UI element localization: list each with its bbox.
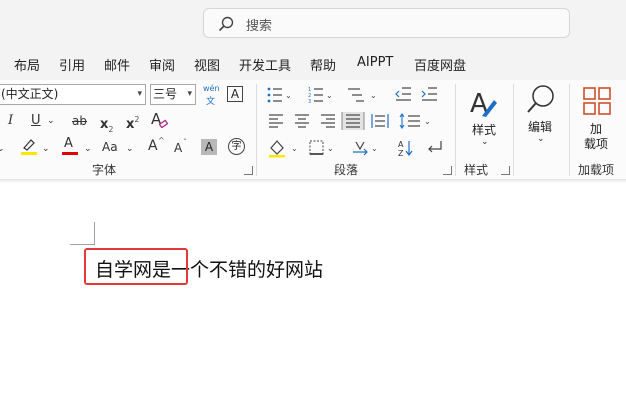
phonetic-bottom: 文 (206, 97, 216, 107)
chevron-down-icon[interactable]: ⌄ (47, 113, 55, 129)
underline-button[interactable]: U (31, 113, 41, 129)
font-color-bar (62, 152, 78, 155)
font-size-value: 三号 (153, 87, 178, 101)
search-box[interactable]: 搜索 (203, 8, 570, 38)
shrink-caret: ˇ (183, 138, 187, 147)
multilevel-list-icon (348, 88, 364, 102)
bullets-icon (267, 87, 282, 103)
grow-caret: ^ (158, 136, 165, 145)
tab-baidu-netdisk[interactable]: 百度网盘 (414, 55, 466, 74)
font-size-select[interactable]: 三号 ▾ (150, 84, 196, 105)
svg-text:⌄: ⌄ (291, 144, 298, 153)
add-ins-group-label: 加载项 (578, 163, 615, 177)
sort-arrow-icon (405, 141, 413, 156)
ribbon-shadow (0, 179, 626, 183)
shading-icon (270, 140, 284, 155)
font-name-value: (中文正文) (1, 87, 59, 101)
paragraph-mark-icon (428, 141, 442, 153)
shrink-font-button[interactable]: A (174, 140, 182, 156)
subscript-button[interactable]: x2 (100, 113, 114, 134)
svg-text:⌄: ⌄ (327, 144, 334, 153)
group-separator (513, 84, 514, 176)
tab-mailings[interactable]: 邮件 (104, 55, 130, 74)
paragraph-group-label: 段落 (334, 163, 359, 177)
font-color-button[interactable]: A (62, 136, 78, 156)
numbering-icon: 1 2 3 (308, 87, 323, 104)
magnifier-icon[interactable] (526, 84, 556, 116)
alignment-buttons[interactable]: ⌄ (268, 112, 438, 130)
font-group-label: 字体 (92, 163, 117, 177)
superscript-2: 2 (134, 115, 140, 124)
svg-text:⌄: ⌄ (371, 144, 378, 153)
character-shading-button[interactable]: A (201, 139, 217, 155)
chinese-layout-icon (355, 141, 365, 151)
chevron-down-icon: ▾ (137, 89, 142, 99)
tab-developer[interactable]: 开发工具 (239, 55, 291, 74)
indent-buttons[interactable] (395, 86, 439, 104)
tab-review[interactable]: 审阅 (149, 55, 175, 74)
chevron-down-icon[interactable]: ⌄ (42, 141, 50, 157)
group-separator (569, 84, 570, 176)
chevron-down-icon[interactable]: ⌄ (126, 141, 134, 157)
chevron-down-icon: ▾ (187, 89, 192, 99)
change-case-button[interactable]: Aa (102, 139, 118, 155)
chevron-down-icon[interactable]: ⌄ (537, 131, 545, 147)
shading-border-row[interactable]: ⌄ ⌄ ⌄ A Z (268, 138, 448, 158)
svg-text:⌄: ⌄ (285, 91, 292, 100)
search-placeholder: 搜索 (246, 19, 273, 34)
group-separator (256, 84, 257, 176)
font-name-select[interactable]: (中文正文) ▾ (0, 84, 146, 105)
svg-text:⌄: ⌄ (424, 117, 431, 126)
superscript-button[interactable]: x2 (126, 113, 139, 133)
subscript-2: 2 (108, 125, 114, 134)
character-border-glyph: A (230, 87, 240, 101)
sort-z: Z (398, 149, 404, 158)
sort-a: A (398, 140, 404, 149)
tab-view[interactable]: 视图 (194, 55, 220, 74)
ribbon-tabs: 布局 引用 邮件 审阅 视图 开发工具 帮助 AIPPT 百度网盘 (0, 48, 626, 80)
styles-icon[interactable]: A (468, 86, 500, 120)
font-dialog-launcher-icon[interactable] (244, 166, 253, 175)
phonetic-guide-button[interactable]: wén 文 (202, 84, 220, 107)
tab-help[interactable]: 帮助 (310, 55, 336, 74)
phonetic-top: wén (203, 84, 220, 93)
svg-text:3: 3 (308, 99, 311, 104)
grow-font-button[interactable]: A (148, 138, 158, 154)
list-buttons-row: ⌄ 1 2 3 ⌄ ⌄ (267, 87, 377, 104)
tab-layout[interactable]: 布局 (14, 55, 40, 74)
character-shading-glyph: A (204, 140, 214, 154)
group-separator (455, 84, 456, 176)
paragraph-dialog-launcher-icon[interactable] (443, 166, 452, 175)
title-bar: 搜索 (0, 0, 626, 48)
search-icon (218, 16, 234, 32)
character-border-button[interactable]: A (227, 86, 243, 102)
selection-highlight-box (84, 248, 188, 285)
italic-button[interactable]: I (8, 113, 13, 129)
svg-text:⌄: ⌄ (326, 91, 333, 100)
add-ins-icon[interactable] (583, 87, 611, 115)
tab-references[interactable]: 引用 (59, 55, 85, 74)
chevron-down-icon[interactable]: ⌄ (481, 134, 489, 150)
chevron-down-icon[interactable]: ⌄ (84, 141, 92, 157)
highlighter-icon[interactable] (20, 137, 38, 156)
font-color-glyph: A (64, 136, 73, 151)
add-ins-label-line2[interactable]: 载项 (584, 135, 608, 152)
strikethrough-button[interactable]: ab (72, 113, 87, 129)
styles-dialog-launcher-icon[interactable] (501, 166, 510, 175)
enclose-glyph: 字 (231, 141, 242, 152)
borders-icon (309, 140, 324, 155)
margin-corner-mark (70, 222, 95, 245)
tab-aippt[interactable]: AIPPT (357, 55, 393, 70)
eraser-icon (159, 119, 168, 128)
styles-group-label: 样式 (464, 163, 489, 177)
chevron-down-icon[interactable]: ⌄ (0, 141, 5, 157)
enclose-characters-button[interactable]: 字 (228, 138, 245, 155)
svg-text:⌄: ⌄ (370, 91, 377, 100)
